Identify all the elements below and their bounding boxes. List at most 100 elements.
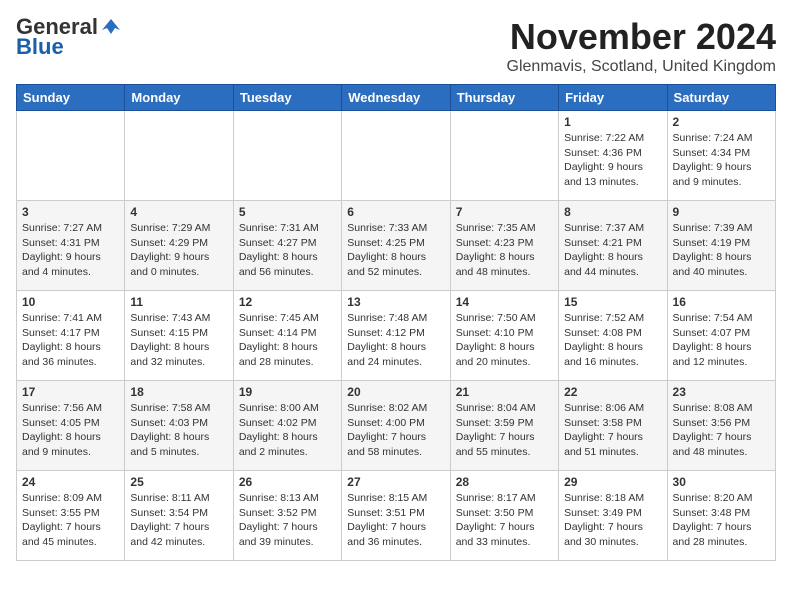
calendar-day-cell: 24Sunrise: 8:09 AM Sunset: 3:55 PM Dayli…: [17, 471, 125, 561]
day-info: Sunrise: 7:33 AM Sunset: 4:25 PM Dayligh…: [347, 221, 444, 280]
day-number: 25: [130, 475, 227, 489]
calendar-day-cell: 28 Sunrise: 8:17 AM Sunset: 3:50 PM Dayli…: [450, 471, 558, 561]
day-info: Sunrise: 7:29 AM Sunset: 4:29 PM Dayligh…: [130, 221, 227, 280]
day-number: 20: [347, 385, 444, 399]
day-info: Sunrise: 7:37 AM Sunset: 4:21 PM Dayligh…: [564, 221, 661, 280]
day-info: Sunrise: 7:45 AM Sunset: 4:14 PM Dayligh…: [239, 311, 336, 370]
day-info: Sunrise: 7:41 AM Sunset: 4:17 PM Dayligh…: [22, 311, 119, 370]
calendar-day-cell: 10Sunrise: 7:41 AM Sunset: 4:17 PM Dayli…: [17, 291, 125, 381]
day-info: Sunrise: 8:11 AM Sunset: 3:54 PM Dayligh…: [130, 491, 227, 550]
logo-bird-icon: [100, 16, 122, 38]
day-info: Sunrise: 7:58 AM Sunset: 4:03 PM Dayligh…: [130, 401, 227, 460]
day-number: 1: [564, 115, 661, 129]
calendar-day-cell: 19 Sunrise: 8:00 AM Sunset: 4:02 PM Dayli…: [233, 381, 341, 471]
day-number: 14: [456, 295, 553, 309]
calendar-day-cell: 20 Sunrise: 8:02 AM Sunset: 4:00 PM Dayli…: [342, 381, 450, 471]
day-info: Sunrise: 7:35 AM Sunset: 4:23 PM Dayligh…: [456, 221, 553, 280]
day-number: 29: [564, 475, 661, 489]
calendar-day-cell: 9 Sunrise: 7:39 AM Sunset: 4:19 PM Daylig…: [667, 201, 775, 291]
day-number: 7: [456, 205, 553, 219]
day-number: 27: [347, 475, 444, 489]
day-number: 5: [239, 205, 336, 219]
calendar-table: SundayMondayTuesdayWednesdayThursdayFrid…: [16, 84, 776, 561]
calendar-day-cell: 18Sunrise: 7:58 AM Sunset: 4:03 PM Dayli…: [125, 381, 233, 471]
day-info: Sunrise: 7:22 AM Sunset: 4:36 PM Dayligh…: [564, 131, 661, 190]
day-info: Sunrise: 7:50 AM Sunset: 4:10 PM Dayligh…: [456, 311, 553, 370]
calendar-week-row: 3 Sunrise: 7:27 AM Sunset: 4:31 PM Daylig…: [17, 201, 776, 291]
day-info: Sunrise: 7:31 AM Sunset: 4:27 PM Dayligh…: [239, 221, 336, 280]
day-number: 13: [347, 295, 444, 309]
calendar-day-cell: 22Sunrise: 8:06 AM Sunset: 3:58 PM Dayli…: [559, 381, 667, 471]
day-info: Sunrise: 7:56 AM Sunset: 4:05 PM Dayligh…: [22, 401, 119, 460]
calendar-week-row: 10Sunrise: 7:41 AM Sunset: 4:17 PM Dayli…: [17, 291, 776, 381]
page-header: General Blue November 2024 Glenmavis, Sc…: [16, 16, 776, 76]
calendar-day-cell: 13 Sunrise: 7:48 AM Sunset: 4:12 PM Dayli…: [342, 291, 450, 381]
calendar-day-cell: 23Sunrise: 8:08 AM Sunset: 3:56 PM Dayli…: [667, 381, 775, 471]
calendar-day-cell: 7 Sunrise: 7:35 AM Sunset: 4:23 PM Daylig…: [450, 201, 558, 291]
day-number: 8: [564, 205, 661, 219]
calendar-day-cell: 12 Sunrise: 7:45 AM Sunset: 4:14 PM Dayli…: [233, 291, 341, 381]
day-info: Sunrise: 8:09 AM Sunset: 3:55 PM Dayligh…: [22, 491, 119, 550]
calendar-day-cell: 4 Sunrise: 7:29 AM Sunset: 4:29 PM Daylig…: [125, 201, 233, 291]
calendar-header-row: SundayMondayTuesdayWednesdayThursdayFrid…: [17, 85, 776, 111]
day-info: Sunrise: 8:18 AM Sunset: 3:49 PM Dayligh…: [564, 491, 661, 550]
day-info: Sunrise: 8:15 AM Sunset: 3:51 PM Dayligh…: [347, 491, 444, 550]
logo: General Blue: [16, 16, 122, 58]
calendar-week-row: 1 Sunrise: 7:22 AM Sunset: 4:36 PM Daylig…: [17, 111, 776, 201]
calendar-day-cell: 16 Sunrise: 7:54 AM Sunset: 4:07 PM Dayli…: [667, 291, 775, 381]
day-number: 16: [673, 295, 770, 309]
day-number: 3: [22, 205, 119, 219]
calendar-day-cell: 26 Sunrise: 8:13 AM Sunset: 3:52 PM Dayli…: [233, 471, 341, 561]
day-number: 21: [456, 385, 553, 399]
month-title: November 2024: [507, 16, 776, 58]
day-info: Sunrise: 7:27 AM Sunset: 4:31 PM Dayligh…: [22, 221, 119, 280]
day-info: Sunrise: 8:02 AM Sunset: 4:00 PM Dayligh…: [347, 401, 444, 460]
day-number: 4: [130, 205, 227, 219]
day-info: Sunrise: 8:08 AM Sunset: 3:56 PM Dayligh…: [673, 401, 770, 460]
logo-blue-text: Blue: [16, 36, 64, 58]
day-number: 12: [239, 295, 336, 309]
title-area: November 2024 Glenmavis, Scotland, Unite…: [507, 16, 776, 76]
calendar-week-row: 24Sunrise: 8:09 AM Sunset: 3:55 PM Dayli…: [17, 471, 776, 561]
calendar-day-cell: 30 Sunrise: 8:20 AM Sunset: 3:48 PM Dayli…: [667, 471, 775, 561]
calendar-day-cell: [450, 111, 558, 201]
calendar-day-cell: 6 Sunrise: 7:33 AM Sunset: 4:25 PM Daylig…: [342, 201, 450, 291]
calendar-day-cell: 1 Sunrise: 7:22 AM Sunset: 4:36 PM Daylig…: [559, 111, 667, 201]
day-number: 19: [239, 385, 336, 399]
day-number: 15: [564, 295, 661, 309]
day-number: 11: [130, 295, 227, 309]
calendar-day-cell: 11 Sunrise: 7:43 AM Sunset: 4:15 PM Dayli…: [125, 291, 233, 381]
calendar-day-cell: 8 Sunrise: 7:37 AM Sunset: 4:21 PM Daylig…: [559, 201, 667, 291]
day-info: Sunrise: 7:52 AM Sunset: 4:08 PM Dayligh…: [564, 311, 661, 370]
calendar-day-cell: 17 Sunrise: 7:56 AM Sunset: 4:05 PM Dayli…: [17, 381, 125, 471]
day-number: 26: [239, 475, 336, 489]
day-of-week-header: Tuesday: [233, 85, 341, 111]
day-of-week-header: Saturday: [667, 85, 775, 111]
day-info: Sunrise: 8:20 AM Sunset: 3:48 PM Dayligh…: [673, 491, 770, 550]
day-number: 2: [673, 115, 770, 129]
day-info: Sunrise: 7:39 AM Sunset: 4:19 PM Dayligh…: [673, 221, 770, 280]
location-title: Glenmavis, Scotland, United Kingdom: [507, 58, 776, 76]
day-info: Sunrise: 8:00 AM Sunset: 4:02 PM Dayligh…: [239, 401, 336, 460]
day-of-week-header: Thursday: [450, 85, 558, 111]
day-number: 6: [347, 205, 444, 219]
day-info: Sunrise: 8:13 AM Sunset: 3:52 PM Dayligh…: [239, 491, 336, 550]
day-number: 28: [456, 475, 553, 489]
calendar-day-cell: 3 Sunrise: 7:27 AM Sunset: 4:31 PM Daylig…: [17, 201, 125, 291]
calendar-day-cell: [125, 111, 233, 201]
day-info: Sunrise: 7:24 AM Sunset: 4:34 PM Dayligh…: [673, 131, 770, 190]
calendar-day-cell: 27 Sunrise: 8:15 AM Sunset: 3:51 PM Dayli…: [342, 471, 450, 561]
day-info: Sunrise: 7:43 AM Sunset: 4:15 PM Dayligh…: [130, 311, 227, 370]
day-info: Sunrise: 8:17 AM Sunset: 3:50 PM Dayligh…: [456, 491, 553, 550]
day-of-week-header: Monday: [125, 85, 233, 111]
calendar-day-cell: 29 Sunrise: 8:18 AM Sunset: 3:49 PM Dayli…: [559, 471, 667, 561]
day-number: 17: [22, 385, 119, 399]
day-of-week-header: Friday: [559, 85, 667, 111]
day-info: Sunrise: 7:48 AM Sunset: 4:12 PM Dayligh…: [347, 311, 444, 370]
day-number: 30: [673, 475, 770, 489]
day-number: 22: [564, 385, 661, 399]
day-info: Sunrise: 7:54 AM Sunset: 4:07 PM Dayligh…: [673, 311, 770, 370]
calendar-day-cell: [342, 111, 450, 201]
day-number: 9: [673, 205, 770, 219]
calendar-day-cell: 2 Sunrise: 7:24 AM Sunset: 4:34 PM Daylig…: [667, 111, 775, 201]
